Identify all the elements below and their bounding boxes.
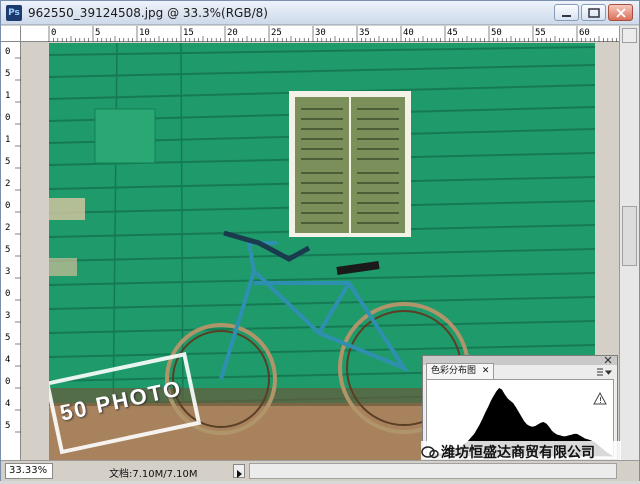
warning-icon[interactable]: ! [593, 392, 607, 405]
status-bar: 33.33% 文档:7.10M/7.10M [1, 460, 639, 481]
status-menu-button[interactable] [233, 464, 245, 478]
ruler-label: 60 [579, 28, 590, 38]
ruler-label: 50 [491, 28, 502, 38]
scroll-thumb[interactable] [622, 206, 637, 266]
tab-histogram-label: 色彩分布图 [431, 366, 477, 376]
ruler-label: 1 [5, 91, 10, 101]
ruler-label: 5 [5, 421, 10, 431]
horizontal-ruler[interactable]: 0 5 10 15 20 25 30 35 40 45 50 55 60 [21, 26, 619, 42]
ruler-label: 55 [535, 28, 546, 38]
photoshop-app-icon: Ps [6, 5, 22, 21]
document-title: 962550_39124508.jpg @ 33.3%(RGB/8) [28, 6, 268, 20]
ruler-label: 0 [5, 47, 10, 57]
document-size: 文档:7.10M/7.10M [109, 469, 198, 480]
vertical-ruler-ticks: 051015202530354045 [5, 47, 21, 433]
maximize-button[interactable] [581, 4, 606, 21]
ruler-label: 3 [5, 267, 10, 277]
wechat-icon [421, 446, 439, 459]
ruler-label: 0 [51, 28, 56, 38]
panel-menu-icon[interactable] [595, 366, 615, 378]
ruler-label: 0 [5, 289, 10, 299]
ruler-label: 10 [139, 28, 150, 38]
ruler-label: 45 [447, 28, 458, 38]
ruler-label: 1 [5, 135, 10, 145]
scroll-up-button[interactable] [622, 28, 637, 43]
panel-close-icon [604, 356, 612, 364]
ruler-label: 3 [5, 311, 10, 321]
ruler-label: 0 [5, 377, 10, 387]
close-icon [616, 8, 626, 18]
svg-text:!: ! [599, 396, 602, 405]
ruler-label: 0 [5, 113, 10, 123]
ruler-label: 5 [5, 333, 10, 343]
photoshop-document-window: Ps 962550_39124508.jpg @ 33.3%(RGB/8) 0 5… [0, 0, 640, 481]
title-bar[interactable]: Ps 962550_39124508.jpg @ 33.3%(RGB/8) [1, 1, 639, 25]
ruler-label: 5 [95, 28, 100, 38]
ruler-label: 5 [5, 245, 10, 255]
ruler-label: 4 [5, 399, 10, 409]
vertical-scrollbar[interactable] [619, 26, 639, 460]
horizontal-ruler-ticks: 0 5 10 15 20 25 30 35 40 45 50 55 60 [48, 26, 617, 42]
maximize-icon [588, 8, 600, 18]
zoom-field[interactable]: 33.33% [5, 463, 53, 479]
ruler-label: 4 [5, 355, 10, 365]
ruler-label: 25 [271, 28, 282, 38]
ruler-label: 40 [403, 28, 414, 38]
ruler-label: 5 [5, 69, 10, 79]
ruler-label: 20 [227, 28, 238, 38]
tab-histogram[interactable]: 色彩分布图 ✕ [426, 363, 495, 379]
play-right-icon [237, 470, 242, 478]
minimize-icon [562, 15, 571, 17]
tab-close-icon[interactable]: ✕ [482, 366, 490, 376]
vertical-ruler[interactable]: 051015202530354045 [1, 42, 21, 460]
ruler-label: 35 [359, 28, 370, 38]
brand-text: 潍坊恒盛达商贸有限公司 [441, 445, 595, 461]
close-button[interactable] [608, 4, 633, 21]
ruler-label: 0 [5, 201, 10, 211]
ruler-origin[interactable] [1, 26, 21, 42]
ruler-label: 2 [5, 179, 10, 189]
window-shutters [289, 91, 411, 237]
minimize-button[interactable] [554, 4, 579, 21]
ruler-label: 30 [315, 28, 326, 38]
ruler-label: 2 [5, 223, 10, 233]
ruler-label: 5 [5, 157, 10, 167]
ruler-label: 15 [183, 28, 194, 38]
junction-box [94, 108, 156, 164]
horizontal-scrollbar[interactable] [249, 463, 617, 479]
